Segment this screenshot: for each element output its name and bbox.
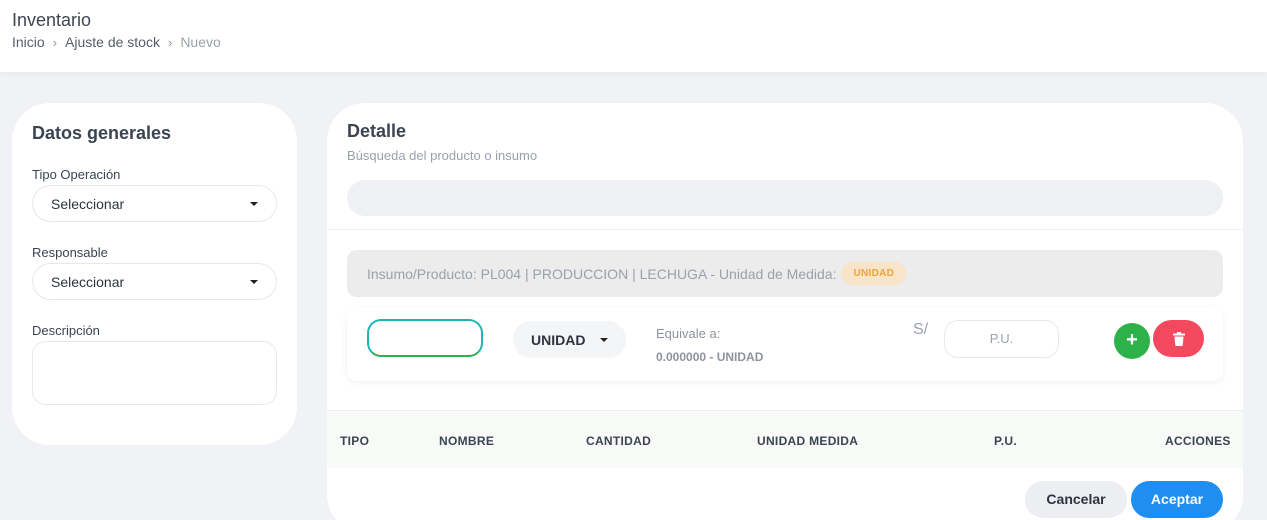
trash-icon <box>1172 331 1185 346</box>
responsible-label: Responsable <box>32 245 108 260</box>
product-info-bar: Insumo/Producto: PL004 | PRODUCCION | LE… <box>347 250 1223 297</box>
delete-line-button[interactable] <box>1153 320 1204 357</box>
responsible-select[interactable]: Seleccionar <box>32 263 277 300</box>
detail-title: Detalle <box>347 121 407 141</box>
operation-type-label: Tipo Operación <box>32 167 121 182</box>
caret-down-icon <box>250 280 258 284</box>
cancel-button[interactable]: Cancelar <box>1025 481 1127 518</box>
product-info-text: Insumo/Producto: PL004 | PRODUCCION | LE… <box>367 265 837 282</box>
unit-select-value: UNIDAD <box>531 331 586 348</box>
accept-button[interactable]: Aceptar <box>1131 481 1223 518</box>
column-header-cantidad: CANTIDAD <box>586 434 652 448</box>
detail-card: Detalle Búsqueda del producto o insumo I… <box>327 103 1243 520</box>
quantity-input[interactable] <box>367 319 483 357</box>
description-textarea[interactable] <box>32 341 277 405</box>
column-header-nombre: NOMBRE <box>439 434 495 448</box>
breadcrumb-current: Nuevo <box>180 34 221 50</box>
column-header-tipo: TIPO <box>340 434 370 448</box>
divider <box>327 229 1243 230</box>
unit-badge: UNIDAD <box>841 262 907 285</box>
detail-subtitle: Búsqueda del producto o insumo <box>347 148 538 163</box>
operation-type-value: Seleccionar <box>51 195 125 212</box>
equivalence-value: 0.000000 - UNIDAD <box>656 350 764 364</box>
column-header-unidad-medida: UNIDAD MEDIDA <box>757 434 859 448</box>
top-bar: Inventario Inicio › Ajuste de stock › Nu… <box>0 0 1267 72</box>
breadcrumb-stock-adjustment[interactable]: Ajuste de stock <box>65 34 160 50</box>
breadcrumb-home[interactable]: Inicio <box>12 34 45 50</box>
unit-price-input[interactable]: P.U. <box>944 320 1059 358</box>
currency-symbol: S/ <box>913 321 929 338</box>
general-data-title: Datos generales <box>32 123 172 143</box>
description-label: Descripción <box>32 323 100 338</box>
column-header-acciones: ACCIONES <box>1165 434 1231 448</box>
plus-icon: + <box>1126 329 1138 351</box>
caret-down-icon <box>600 338 608 342</box>
detail-table-header: TIPO NOMBRE CANTIDAD UNIDAD MEDIDA P.U. … <box>327 410 1243 468</box>
unit-select[interactable]: UNIDAD <box>513 321 626 358</box>
add-line-button[interactable]: + <box>1114 323 1150 359</box>
chevron-right-icon: › <box>52 34 58 50</box>
equivalence-label: Equivale a: <box>656 326 721 341</box>
general-data-card: Datos generales Tipo Operación Seleccion… <box>12 103 297 445</box>
responsible-value: Seleccionar <box>51 273 125 290</box>
column-header-pu: P.U. <box>994 434 1017 448</box>
operation-type-select[interactable]: Seleccionar <box>32 185 277 222</box>
detail-line-row: UNIDAD Equivale a: 0.000000 - UNIDAD S/ … <box>347 308 1223 381</box>
product-search-input[interactable] <box>347 180 1223 216</box>
chevron-right-icon: › <box>167 34 173 50</box>
page-title: Inventario <box>12 10 92 30</box>
caret-down-icon <box>250 202 258 206</box>
breadcrumb: Inicio › Ajuste de stock › Nuevo <box>12 34 221 50</box>
